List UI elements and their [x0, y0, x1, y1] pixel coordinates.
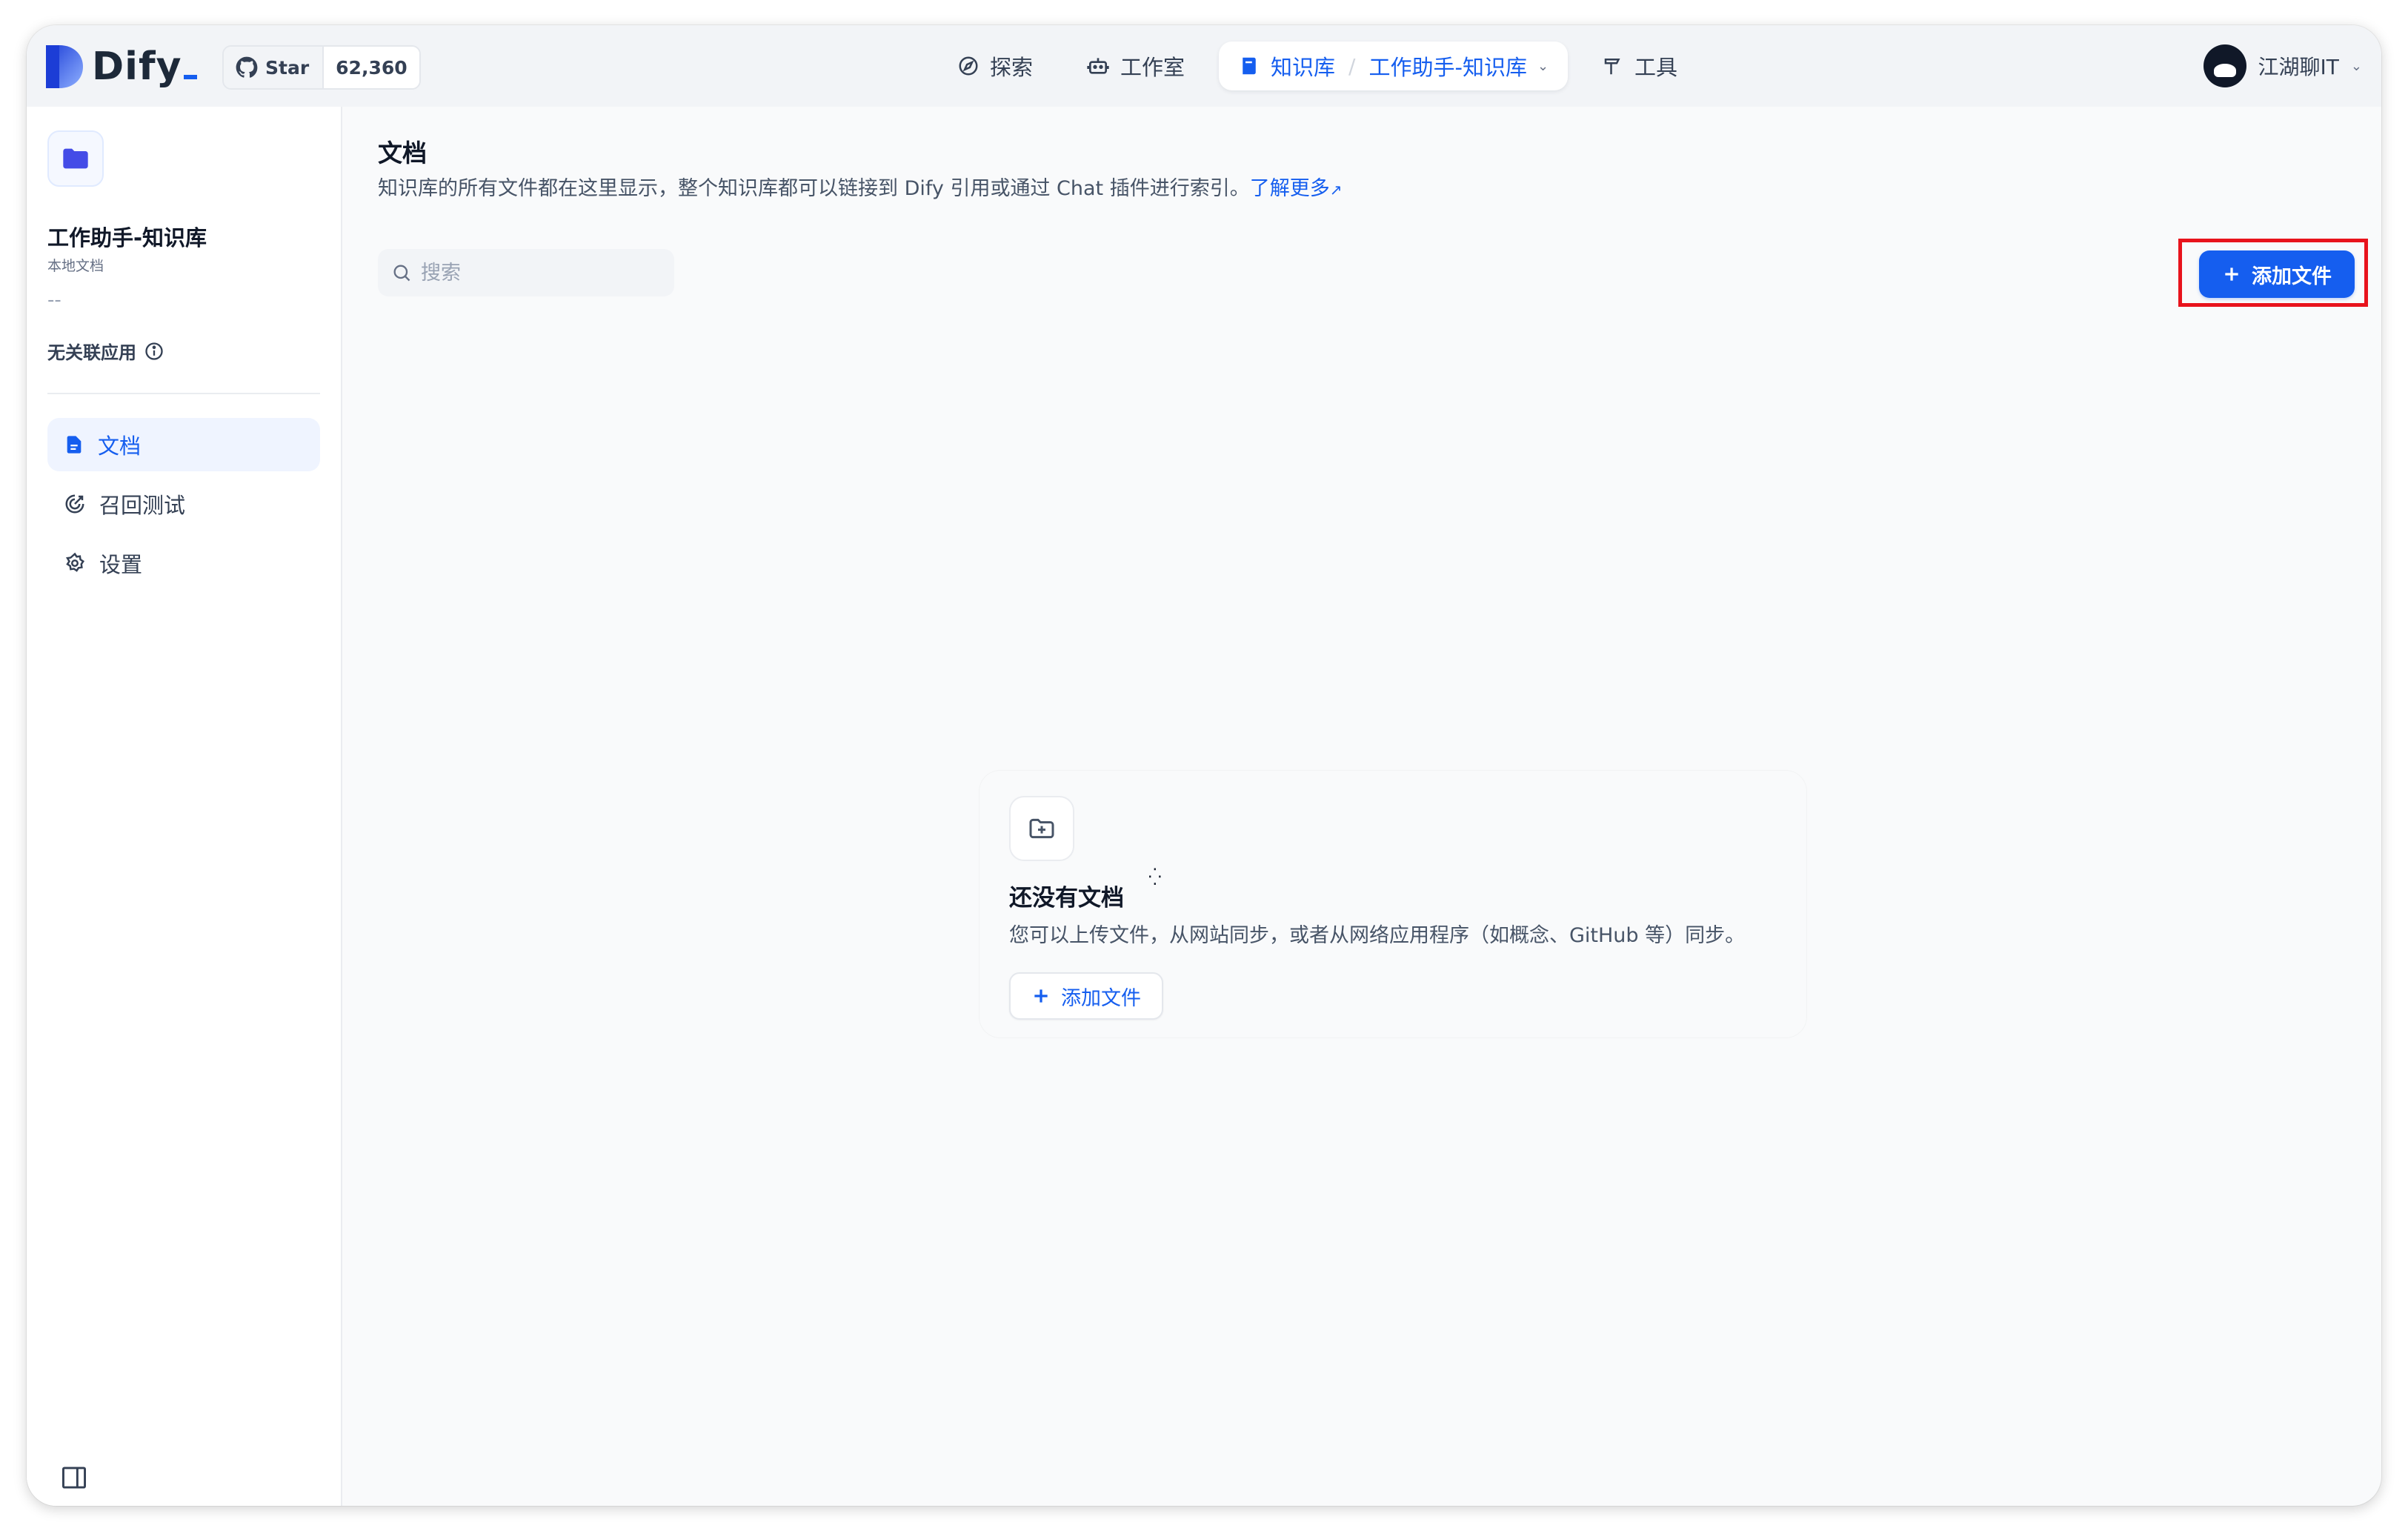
gear-icon: [64, 552, 86, 574]
page-title: 文档: [378, 133, 427, 169]
sidebar-collapse-icon[interactable]: [61, 1466, 87, 1490]
top-header: Dify Star 62,360 探索 工作室 知识库 / 工作助手-知识库: [27, 25, 2381, 107]
plus-icon: [1031, 986, 1051, 1006]
nav-separator: /: [1348, 54, 1355, 79]
linked-apps-label: 无关联应用: [47, 338, 136, 364]
search-box[interactable]: [378, 249, 674, 296]
sidebar-item-retrieval-test[interactable]: 召回测试: [47, 477, 320, 531]
nav-knowledge-label: 知识库: [1271, 50, 1335, 82]
search-input[interactable]: [419, 261, 659, 285]
target-icon: [64, 493, 86, 515]
dify-logo-mark-icon: [46, 45, 83, 88]
chevron-down-icon[interactable]: ⌄: [2351, 59, 2362, 74]
empty-state-card: 还没有文档 ⁛ 您可以上传文件，从网站同步，或者从网络应用程序（如概念、GitH…: [980, 771, 1806, 1037]
info-icon[interactable]: [144, 341, 164, 362]
sidebar-divider: [47, 393, 320, 394]
dataset-icon: [47, 130, 104, 187]
dataset-name: 工作助手-知识库: [47, 221, 207, 252]
sparkle-icon: ⁛: [1148, 869, 1162, 887]
external-link-icon: ↗: [1330, 181, 1343, 199]
add-file-label: 添加文件: [2252, 260, 2332, 289]
dataset-description: --: [47, 289, 61, 311]
sidebar-menu: 文档 召回测试 设置: [47, 418, 320, 596]
sidebar-item-label: 文档: [98, 429, 141, 460]
sidebar-item-label: 召回测试: [99, 488, 185, 519]
empty-state-description: 您可以上传文件，从网站同步，或者从网络应用程序（如概念、GitHub 等）同步。: [1009, 919, 1745, 948]
avatar[interactable]: [2204, 44, 2246, 87]
add-file-button[interactable]: 添加文件: [2199, 250, 2355, 298]
github-star-label: Star: [265, 57, 309, 79]
folder-plus-icon: [1027, 814, 1057, 843]
nav-tools[interactable]: 工具: [1583, 41, 1697, 90]
hammer-icon: [1602, 55, 1624, 77]
chevron-down-icon[interactable]: ⌄: [1537, 59, 1549, 74]
plus-icon: [2222, 265, 2241, 284]
github-icon: [236, 56, 258, 79]
nav-studio-label: 工作室: [1120, 50, 1185, 82]
nav-explore-label: 探索: [990, 50, 1033, 82]
empty-add-file-label: 添加文件: [1061, 982, 1141, 1011]
robot-icon: [1086, 54, 1110, 78]
dify-logo[interactable]: Dify: [46, 44, 197, 89]
sidebar-item-documents[interactable]: 文档: [47, 418, 320, 471]
user-name: 江湖聊IT: [2258, 51, 2339, 81]
empty-add-file-button[interactable]: 添加文件: [1009, 972, 1163, 1020]
linked-apps: 无关联应用: [47, 338, 164, 364]
nav-current-dataset[interactable]: 工作助手-知识库: [1368, 50, 1526, 82]
nav-knowledge[interactable]: 知识库 / 工作助手-知识库 ⌄: [1219, 41, 1568, 90]
sidebar-item-settings[interactable]: 设置: [47, 537, 320, 590]
main-content: 文档 知识库的所有文件都在这里显示，整个知识库都可以链接到 Dify 引用或通过…: [341, 107, 2381, 1506]
main-nav: 探索 工作室 知识库 / 工作助手-知识库 ⌄ 工具: [938, 41, 1697, 90]
empty-state-title: 还没有文档: [1009, 879, 1124, 912]
nav-tools-label: 工具: [1634, 50, 1677, 82]
folder-icon: [61, 144, 90, 173]
page-description: 知识库的所有文件都在这里显示，整个知识库都可以链接到 Dify 引用或通过 Ch…: [378, 172, 1343, 201]
app-window: Dify Star 62,360 探索 工作室 知识库 / 工作助手-知识库: [27, 25, 2381, 1506]
nav-studio[interactable]: 工作室: [1067, 41, 1204, 90]
empty-state-icon: [1009, 796, 1074, 861]
page-description-text: 知识库的所有文件都在这里显示，整个知识库都可以链接到 Dify 引用或通过 Ch…: [378, 177, 1250, 200]
user-menu[interactable]: 江湖聊IT ⌄: [2204, 41, 2362, 90]
nav-explore[interactable]: 探索: [938, 41, 1052, 90]
github-star-button[interactable]: Star 62,360: [222, 45, 421, 90]
logo-text: Dify: [92, 44, 197, 89]
dataset-type: 本地文档: [47, 255, 104, 275]
learn-more-link[interactable]: 了解更多↗: [1250, 177, 1343, 200]
sidebar-item-label: 设置: [99, 548, 142, 579]
github-star-count: 62,360: [322, 47, 419, 88]
document-icon: [64, 434, 84, 455]
sidebar: 工作助手-知识库 本地文档 -- 无关联应用 文档 召回测试 设置: [27, 107, 342, 1506]
compass-icon: [957, 55, 980, 77]
search-icon: [391, 262, 412, 283]
book-icon: [1238, 55, 1260, 77]
